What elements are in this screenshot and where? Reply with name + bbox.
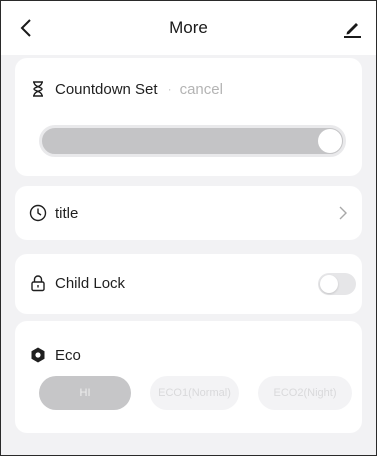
schedule-row[interactable]: title bbox=[15, 186, 362, 240]
child-lock-row: Child Lock bbox=[15, 254, 362, 314]
schedule-header: title bbox=[29, 204, 78, 222]
page-title: More bbox=[169, 18, 208, 37]
hourglass-icon bbox=[33, 81, 43, 97]
child-lock-header: Child Lock bbox=[29, 274, 125, 292]
child-lock-label: Child Lock bbox=[55, 274, 126, 292]
countdown-slider[interactable] bbox=[39, 125, 346, 157]
countdown-label: Countdown Set bbox=[55, 80, 158, 98]
navigation-bar: More bbox=[1, 1, 376, 55]
countdown-card: Countdown Set · cancel bbox=[15, 58, 362, 176]
pencil-icon[interactable] bbox=[340, 16, 364, 40]
lock-icon bbox=[31, 275, 45, 292]
mode-eco1-button[interactable]: ECO1(Normal) bbox=[150, 376, 239, 410]
mode-hi-button[interactable]: HI bbox=[39, 376, 131, 410]
eco-header: Eco bbox=[29, 346, 81, 364]
eco-label: Eco bbox=[55, 346, 81, 364]
separator-dot: · bbox=[167, 82, 172, 96]
app-screen: More Countdown Set · cancel title Child … bbox=[0, 0, 377, 456]
toggle-knob bbox=[320, 275, 338, 293]
eco-card: Eco HI ECO1(Normal) ECO2(Night) bbox=[15, 321, 362, 433]
schedule-label: title bbox=[55, 204, 79, 222]
clock-icon bbox=[29, 204, 47, 222]
child-lock-toggle[interactable] bbox=[318, 273, 356, 295]
countdown-header: Countdown Set · cancel bbox=[29, 80, 223, 98]
eco-mode-selector: HI ECO1(Normal) ECO2(Night) bbox=[39, 376, 352, 410]
slider-handle[interactable] bbox=[318, 129, 342, 153]
chevron-right-icon bbox=[339, 206, 347, 220]
mode-eco2-button[interactable]: ECO2(Night) bbox=[258, 376, 352, 410]
cancel-button[interactable]: cancel bbox=[180, 81, 223, 98]
eco-hexagon-icon bbox=[31, 347, 45, 363]
